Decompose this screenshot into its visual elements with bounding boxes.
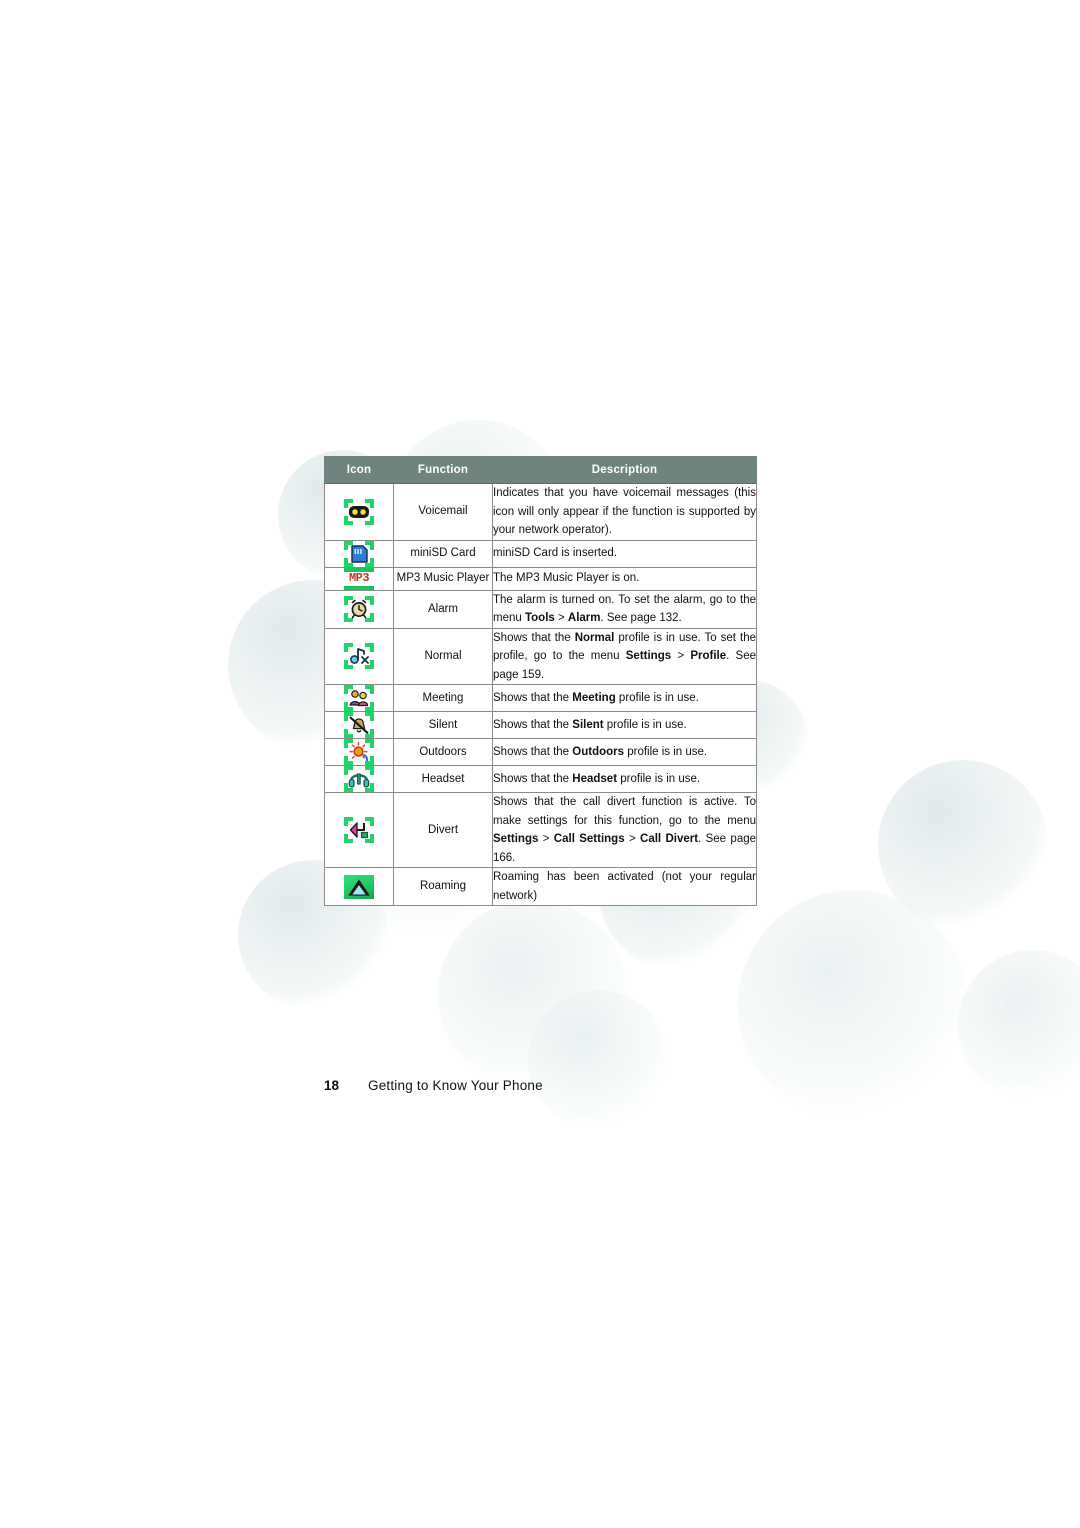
headset-profile-icon bbox=[344, 766, 374, 792]
silent-profile-icon bbox=[344, 712, 374, 738]
normal-profile-icon bbox=[344, 643, 374, 670]
function-cell: Meeting bbox=[393, 684, 493, 712]
table-row: MP3 MP3 Music Player The MP3 Music Playe… bbox=[324, 566, 757, 591]
function-cell: Headset bbox=[393, 765, 493, 793]
alarm-clock-icon bbox=[344, 596, 374, 622]
function-cell: Outdoors bbox=[393, 738, 493, 766]
icon-cell bbox=[324, 711, 394, 739]
description-cell: Shows that the Headset profile is in use… bbox=[492, 765, 757, 793]
table-row: Voicemail Indicates that you have voicem… bbox=[324, 483, 757, 541]
table-row: Outdoors Shows that the Outdoors profile… bbox=[324, 738, 757, 766]
function-cell: miniSD Card bbox=[393, 539, 493, 568]
table-row: Normal Shows that the Normal profile is … bbox=[324, 627, 757, 685]
icon-cell bbox=[324, 792, 394, 868]
status-icon-table: Icon Function Description Voicemail Indi… bbox=[324, 456, 757, 906]
table-row: Divert Shows that the call divert functi… bbox=[324, 792, 757, 868]
icon-cell bbox=[324, 539, 394, 568]
column-header-function: Function bbox=[393, 456, 493, 484]
description-cell: Shows that the Meeting profile is in use… bbox=[492, 684, 757, 712]
mp3-music-player-icon: MP3 bbox=[343, 567, 375, 590]
description-cell: Roaming has been activated (not your reg… bbox=[492, 867, 757, 906]
table-row: Silent Shows that the Silent profile is … bbox=[324, 711, 757, 739]
table-row: miniSD Card miniSD Card is inserted. bbox=[324, 539, 757, 568]
icon-cell bbox=[324, 684, 394, 712]
table-row: Headset Shows that the Headset profile i… bbox=[324, 765, 757, 793]
function-cell: Normal bbox=[393, 627, 493, 685]
description-cell: Indicates that you have voicemail messag… bbox=[492, 483, 757, 541]
description-cell: miniSD Card is inserted. bbox=[492, 539, 757, 568]
icon-cell bbox=[324, 738, 394, 766]
table-row: Roaming Roaming has been activated (not … bbox=[324, 867, 757, 906]
description-cell: Shows that the Outdoors profile is in us… bbox=[492, 738, 757, 766]
function-cell: Alarm bbox=[393, 589, 493, 629]
icon-cell: MP3 bbox=[324, 566, 394, 591]
icon-cell bbox=[324, 867, 394, 906]
voicemail-icon bbox=[344, 498, 374, 525]
call-divert-icon bbox=[344, 817, 374, 843]
description-cell: The MP3 Music Player is on. bbox=[492, 566, 757, 591]
status-icon-table-container: Icon Function Description Voicemail Indi… bbox=[324, 456, 757, 906]
outdoors-profile-icon bbox=[344, 739, 374, 765]
meeting-profile-icon bbox=[344, 685, 374, 711]
roaming-icon bbox=[344, 874, 374, 899]
function-cell: MP3 Music Player bbox=[393, 566, 493, 591]
column-header-description: Description bbox=[492, 456, 757, 484]
icon-cell bbox=[324, 765, 394, 793]
function-cell: Divert bbox=[393, 792, 493, 868]
table-header-row: Icon Function Description bbox=[324, 456, 757, 484]
chapter-title: Getting to Know Your Phone bbox=[368, 1078, 543, 1093]
icon-cell bbox=[324, 483, 394, 541]
function-cell: Voicemail bbox=[393, 483, 493, 541]
table-row: Meeting Shows that the Meeting profile i… bbox=[324, 684, 757, 712]
minisd-card-icon bbox=[344, 540, 374, 567]
function-cell: Silent bbox=[393, 711, 493, 739]
column-header-icon: Icon bbox=[324, 456, 394, 484]
page-footer: 18 Getting to Know Your Phone bbox=[324, 1078, 543, 1093]
description-cell: The alarm is turned on. To set the alarm… bbox=[492, 589, 757, 629]
description-cell: Shows that the Normal profile is in use.… bbox=[492, 627, 757, 685]
page-number: 18 bbox=[324, 1078, 340, 1093]
function-cell: Roaming bbox=[393, 867, 493, 906]
table-row: Alarm The alarm is turned on. To set the… bbox=[324, 589, 757, 629]
icon-cell bbox=[324, 627, 394, 685]
description-cell: Shows that the Silent profile is in use. bbox=[492, 711, 757, 739]
description-cell: Shows that the call divert function is a… bbox=[492, 792, 757, 868]
icon-cell bbox=[324, 589, 394, 629]
